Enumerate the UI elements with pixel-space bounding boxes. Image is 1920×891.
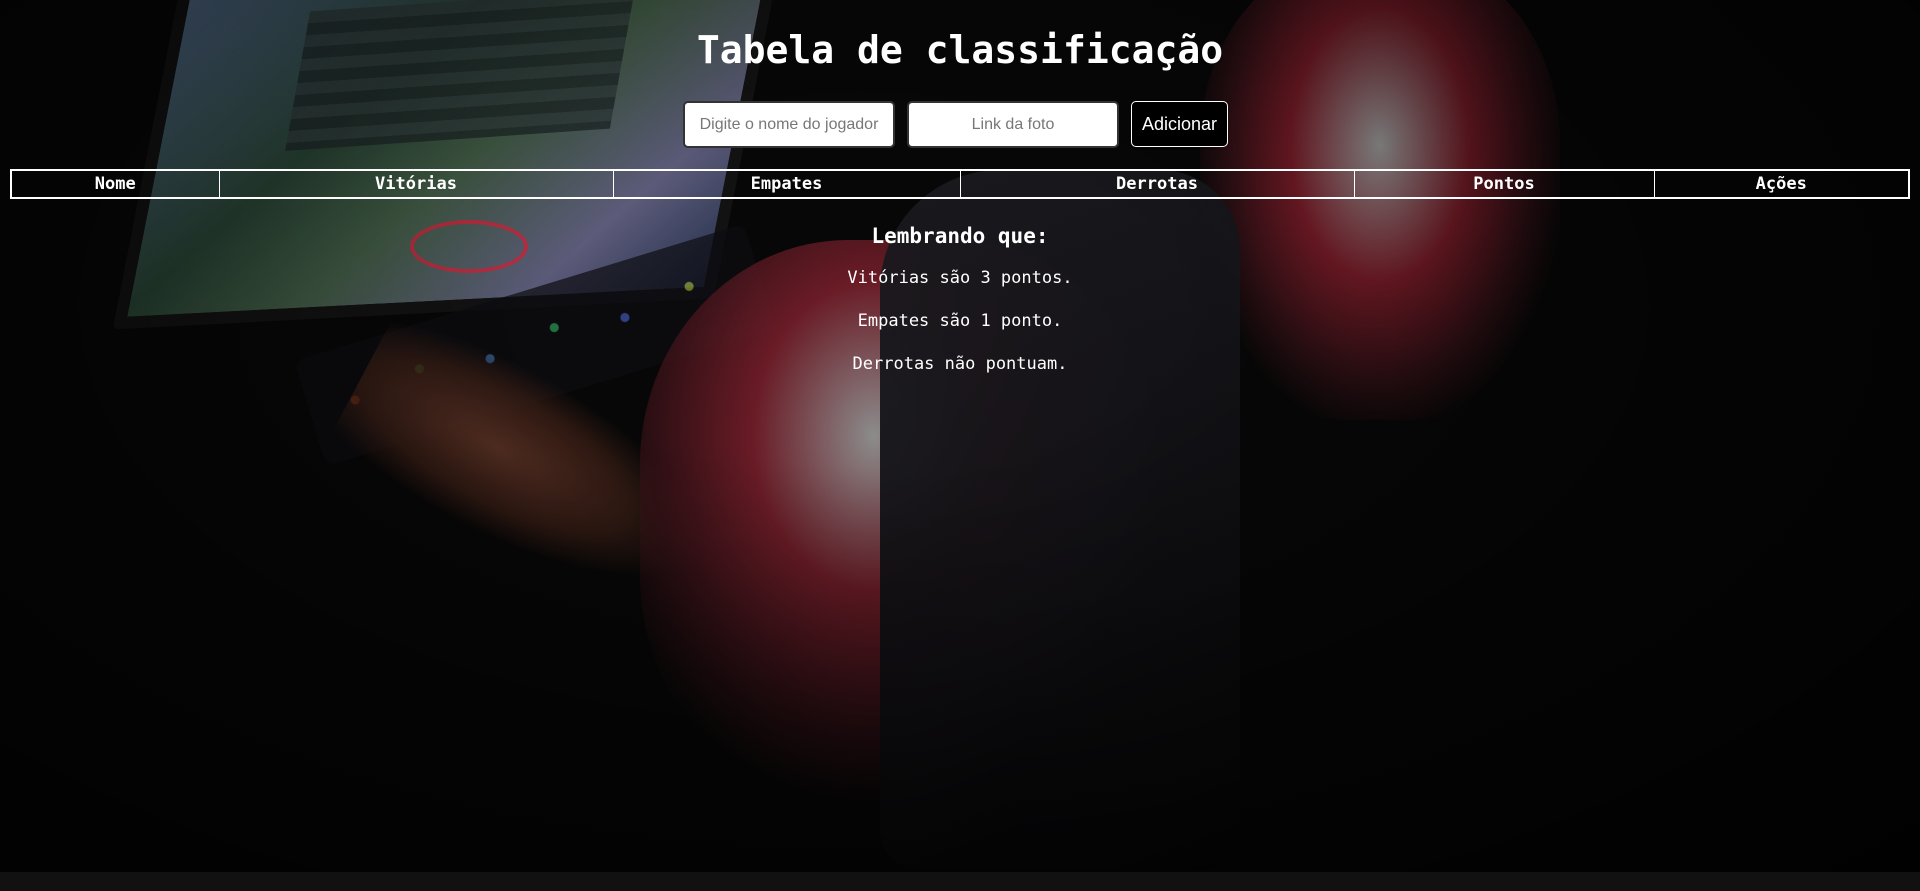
player-name-input[interactable] (683, 101, 895, 148)
rule-draws: Empates são 1 ponto. (857, 311, 1063, 331)
rule-losses: Derrotas não pontuam. (852, 354, 1068, 374)
add-player-form: Adicionar (683, 101, 1229, 149)
table-header-row: Nome Vitórias Empates Derrotas Pontos Aç… (10, 169, 1910, 199)
column-header-points: Pontos (1353, 169, 1655, 199)
column-header-wins: Vitórias (218, 169, 614, 199)
reminder-heading: Lembrando que: (871, 224, 1049, 248)
column-header-actions: Ações (1653, 169, 1910, 199)
page-title: Tabela de classificação (696, 28, 1224, 72)
rule-wins: Vitórias são 3 pontos. (847, 268, 1073, 288)
column-header-losses: Derrotas (959, 169, 1355, 199)
scoreboard-table: Nome Vitórias Empates Derrotas Pontos Aç… (10, 169, 1910, 199)
bottom-bar (0, 872, 1920, 891)
add-button[interactable]: Adicionar (1131, 101, 1229, 147)
column-header-name: Nome (10, 169, 220, 199)
scoring-reminder: Lembrando que: Vitórias são 3 pontos. Em… (0, 222, 1920, 386)
photo-link-input[interactable] (907, 101, 1119, 148)
column-header-draws: Empates (612, 169, 961, 199)
